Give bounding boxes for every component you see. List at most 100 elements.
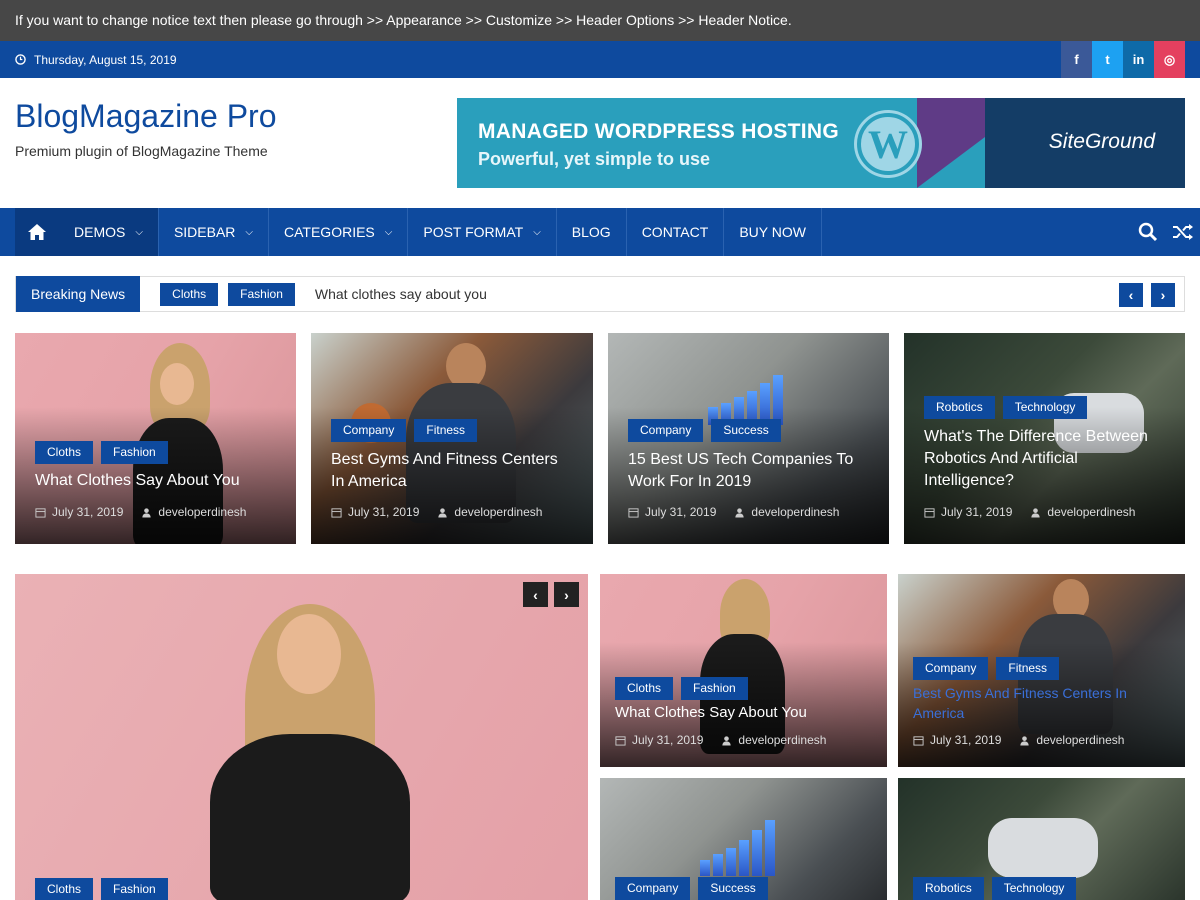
home-button[interactable] [15,208,59,256]
category-tag[interactable]: Fitness [996,657,1060,680]
post-author[interactable]: developerdinesh [721,733,826,747]
nav-label: BUY NOW [739,224,806,240]
category-tag[interactable]: Success [698,877,768,900]
category-tag[interactable]: Fashion [101,441,168,464]
instagram-icon[interactable]: ◎ [1154,41,1185,78]
grid-post-card[interactable]: Cloths Fashion What Clothes Say About Yo… [600,574,887,767]
nav-label: CATEGORIES [284,224,375,240]
category-tag[interactable]: Technology [991,877,1077,900]
twitter-icon[interactable]: t [1092,41,1123,78]
nav-label: DEMOS [74,224,126,240]
main-slider[interactable]: Cloths Fashion [15,574,588,900]
nav-item-buy-now[interactable]: BUY NOW [724,208,822,256]
chevron-right-icon[interactable]: › [1151,283,1175,307]
post-title[interactable]: What Clothes Say About You [35,470,278,492]
category-tag[interactable]: Robotics [913,877,984,900]
linkedin-icon[interactable]: in [1123,41,1154,78]
nav-item-demos[interactable]: DEMOS ⌵ [59,208,159,256]
post-tags: Cloths Fashion [615,677,748,700]
chevron-right-icon[interactable]: › [554,582,579,607]
user-icon [1031,507,1041,518]
post-author[interactable]: developerdinesh [1019,733,1124,747]
site-title[interactable]: BlogMagazine Pro [15,98,276,135]
nav-item-categories[interactable]: CATEGORIES ⌵ [269,208,409,256]
post-title[interactable]: Best Gyms And Fitness Centers In America [913,683,1167,723]
user-icon [142,507,152,518]
post-title[interactable]: What Clothes Say About You [615,702,869,724]
post-tags: Robotics Technology [913,877,1077,900]
shuffle-icon[interactable] [1172,223,1194,241]
search-icon[interactable] [1138,222,1158,242]
post-author[interactable]: developerdinesh [437,505,542,519]
post-meta: July 31, 2019 developerdinesh [331,505,542,519]
category-tag[interactable]: Company [615,877,691,900]
site-header: BlogMagazine Pro Premium plugin of BlogM… [0,78,1200,208]
date-text: Thursday, August 15, 2019 [34,52,177,67]
nav-item-contact[interactable]: CONTACT [627,208,725,256]
category-tag[interactable]: Technology [1002,396,1088,419]
post-date-text: July 31, 2019 [645,505,717,519]
category-tag[interactable]: Cloths [35,441,94,464]
top-bar: Thursday, August 15, 2019 f t in ◎ [0,41,1200,78]
post-author[interactable]: developerdinesh [141,505,246,519]
chevron-down-icon: ⌵ [384,226,393,238]
calendar-icon [35,507,46,518]
nav-item-sidebar[interactable]: SIDEBAR ⌵ [159,208,269,256]
post-tags: Robotics Technology [924,396,1088,419]
header-notice: If you want to change notice text then p… [0,0,1200,41]
grid-post-card[interactable]: Company Success [600,778,887,900]
wordpress-logo-icon: W [857,113,919,175]
calendar-icon [913,735,924,746]
grid-post-card[interactable]: Robotics Technology [898,778,1185,900]
post-author[interactable]: developerdinesh [1030,505,1135,519]
category-tag[interactable]: Company [628,419,704,442]
post-tags: Company Fitness [331,419,478,442]
post-author-text: developerdinesh [1047,505,1136,519]
featured-post-card[interactable]: Robotics Technology What's The Differenc… [904,333,1185,544]
post-title[interactable]: What's The Difference Between Robotics A… [924,426,1167,492]
calendar-icon [924,507,935,518]
nav-item-post-format[interactable]: POST FORMAT ⌵ [408,208,557,256]
ad-banner[interactable]: W MANAGED WORDPRESS HOSTING Powerful, ye… [457,98,1185,188]
category-tag[interactable]: Fashion [681,677,748,700]
featured-post-card[interactable]: Company Success 15 Best US Tech Companie… [608,333,889,544]
category-tag[interactable]: Success [711,419,781,442]
user-icon [438,507,448,518]
category-tag[interactable]: Cloths [160,282,219,306]
slider-controls: ‹ › [523,582,579,607]
category-tag[interactable]: Company [331,419,407,442]
post-author-text: developerdinesh [158,505,247,519]
post-author[interactable]: developerdinesh [734,505,839,519]
nav-item-blog[interactable]: BLOG [557,208,627,256]
category-tag[interactable]: Cloths [35,878,94,900]
post-date-text: July 31, 2019 [941,505,1013,519]
clock-icon [15,54,26,65]
user-icon [1020,735,1030,746]
featured-post-card[interactable]: Cloths Fashion What Clothes Say About Yo… [15,333,296,544]
category-tag[interactable]: Fashion [101,878,168,900]
category-tag[interactable]: Company [913,657,989,680]
chevron-left-icon[interactable]: ‹ [523,582,548,607]
calendar-icon [615,735,626,746]
chevron-left-icon[interactable]: ‹ [1119,283,1143,307]
post-title[interactable]: Best Gyms And Fitness Centers In America [331,449,575,493]
post-title[interactable]: 15 Best US Tech Companies To Work For In… [628,449,871,493]
nav-tools [1138,208,1194,256]
ticker-tags: Cloths Fashion [160,282,295,306]
category-tag[interactable]: Cloths [615,677,674,700]
category-tag[interactable]: Fitness [414,419,478,442]
grid-post-card[interactable]: Company Fitness Best Gyms And Fitness Ce… [898,574,1185,767]
post-meta: July 31, 2019 developerdinesh [35,505,246,519]
post-date: July 31, 2019 [331,505,419,519]
post-date: July 31, 2019 [615,733,703,747]
post-date: July 31, 2019 [924,505,1012,519]
image-decoration [160,363,194,405]
facebook-icon[interactable]: f [1061,41,1092,78]
banner-subline: Powerful, yet simple to use [478,149,711,169]
home-icon [28,224,46,240]
ticker-headline[interactable]: What clothes say about you [315,286,487,302]
featured-post-card[interactable]: Company Fitness Best Gyms And Fitness Ce… [311,333,593,544]
post-date: July 31, 2019 [913,733,1001,747]
category-tag[interactable]: Fashion [228,282,295,306]
category-tag[interactable]: Robotics [924,396,995,419]
